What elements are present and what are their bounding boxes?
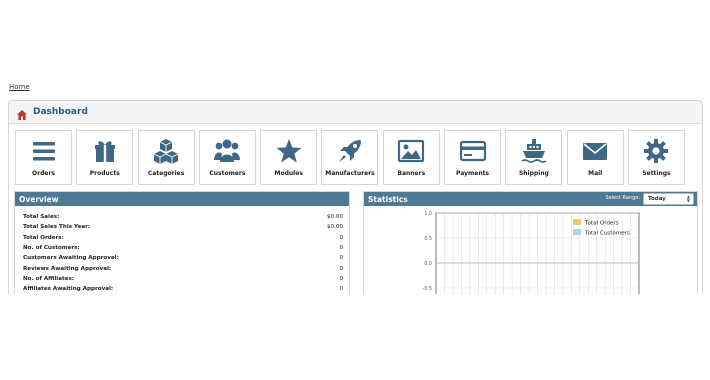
- y-tick-label: -0.5: [423, 286, 432, 292]
- star-icon: [276, 139, 302, 163]
- tile-products[interactable]: Products: [76, 130, 134, 185]
- page-title: Dashboard: [33, 107, 88, 117]
- tile-label: Categories: [147, 170, 185, 177]
- tile-label: Orders: [32, 170, 55, 177]
- overview-title: Overview: [15, 192, 349, 206]
- legend-swatch: [573, 219, 581, 225]
- overview-value: 0: [339, 245, 343, 252]
- legend-swatch: [573, 229, 581, 235]
- y-tick-label: 0.0: [424, 261, 432, 267]
- statistics-title: Statistics: [368, 194, 408, 204]
- legend-label: Total Customers: [584, 231, 630, 237]
- tile-customers[interactable]: Customers: [198, 130, 256, 185]
- tile-label: Banners: [397, 170, 426, 177]
- statistics-box: Statistics Select Range: Today ▲ ▼ 1.0 0.5…: [363, 191, 698, 294]
- overview-table: Total Sales: $0.00 Total Sales This Year: $…: [23, 212, 343, 294]
- tile-label: Settings: [642, 170, 671, 177]
- ship-icon: [521, 139, 547, 163]
- overview-label: Customers Awaiting Approval:: [23, 255, 119, 262]
- overview-value: 0: [339, 265, 343, 272]
- overview-row: Total Orders: 0: [23, 233, 343, 243]
- envelope-icon: [583, 143, 608, 160]
- tile-payments[interactable]: Payments: [444, 130, 502, 185]
- tile-modules[interactable]: Modules: [260, 130, 318, 185]
- overview-label: Total Sales:: [23, 214, 60, 221]
- overview-value: 0: [339, 255, 343, 262]
- y-tick-label: 0.5: [424, 236, 432, 242]
- picture-icon: [398, 139, 425, 163]
- overview-value: $0.00: [326, 224, 343, 231]
- tile-mail[interactable]: Mail: [566, 130, 624, 185]
- panel-header: Dashboard: [9, 101, 702, 124]
- breadcrumb-home[interactable]: Home: [9, 83, 30, 91]
- tile-label: Customers: [209, 170, 246, 177]
- overview-label: No. of Customers:: [23, 245, 80, 252]
- overview-row: No. of Customers: 0: [23, 243, 343, 253]
- overview-value: 0: [339, 286, 343, 293]
- y-tick-label: 1.0: [424, 211, 432, 217]
- gift-icon: [94, 141, 115, 162]
- tile-settings[interactable]: Settings: [627, 130, 685, 185]
- overview-value: 0: [339, 234, 343, 241]
- overview-row: Total Sales: $0.00: [23, 212, 343, 222]
- dashboard-panel: Dashboard Orders Products Categories Custom…: [8, 100, 703, 294]
- overview-value: 0: [339, 275, 343, 282]
- overview-value: $0.00: [326, 214, 343, 221]
- home-icon: [16, 106, 28, 120]
- boxes-icon: [153, 139, 179, 164]
- page: Home Dashboard Orders Products Categories C…: [0, 0, 710, 380]
- list-icon: [32, 142, 55, 161]
- tile-label: Shipping: [518, 170, 549, 177]
- overview-label: No. of Affiliates:: [23, 275, 75, 282]
- gear-icon: [644, 139, 669, 163]
- overview-label: Reviews Awaiting Approval:: [23, 265, 112, 272]
- tile-label: Modules: [274, 170, 303, 177]
- tile-label: Products: [89, 170, 120, 177]
- select-arrows-icon: ▲ ▼: [686, 194, 690, 203]
- users-icon: [214, 139, 241, 162]
- tile-label: Mail: [588, 170, 603, 177]
- overview-row: Affiliates Awaiting Approval: 0: [23, 284, 343, 294]
- overview-box: Overview Total Sales: $0.00 Total Sales Th…: [14, 191, 350, 294]
- range-label: Select Range:: [605, 195, 640, 201]
- overview-row: Total Sales This Year: $0.00: [23, 222, 343, 232]
- overview-row: Customers Awaiting Approval: 0: [23, 253, 343, 263]
- tile-label: Payments: [456, 170, 490, 177]
- range-select[interactable]: Today ▲ ▼: [643, 193, 694, 205]
- overview-row: Reviews Awaiting Approval: 0: [23, 263, 343, 273]
- overview-label: Total Sales This Year:: [23, 224, 91, 231]
- tile-orders[interactable]: Orders: [15, 130, 72, 185]
- shortcut-tiles: Orders Products Categories Customers Modules…: [15, 130, 689, 185]
- legend-label: Total Orders: [584, 221, 619, 227]
- tile-label: Manufacturers: [325, 170, 375, 177]
- tile-categories[interactable]: Categories: [137, 130, 195, 185]
- statistics-header: Statistics Select Range: Today ▲ ▼: [364, 192, 697, 206]
- overview-label: Affiliates Awaiting Approval:: [23, 286, 114, 293]
- tile-shipping[interactable]: Shipping: [505, 130, 563, 185]
- statistics-chart: 1.0 0.5 0.0 -0.5 Total Orders Total Customers: [423, 211, 640, 294]
- range-value: Today: [648, 196, 666, 202]
- tile-manufacturers[interactable]: Manufacturers: [321, 130, 379, 185]
- credit-card-icon: [459, 140, 486, 162]
- tile-banners[interactable]: Banners: [382, 130, 440, 185]
- rocket-icon: [338, 140, 361, 162]
- overview-label: Total Orders:: [23, 234, 64, 241]
- overview-row: No. of Affiliates: 0: [23, 274, 343, 284]
